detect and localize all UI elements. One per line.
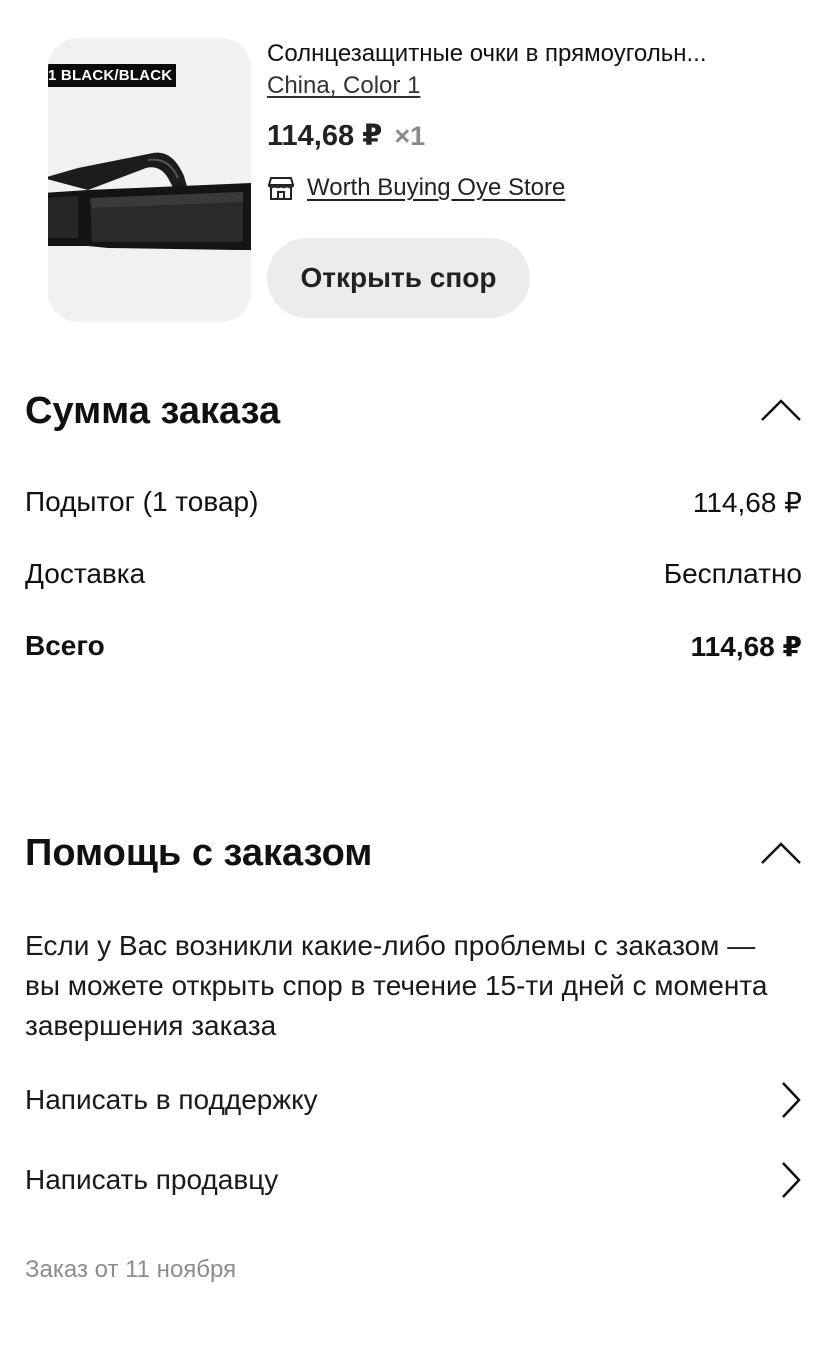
delivery-label: Доставка (25, 558, 146, 589)
total-value: 114,68 ₽ (690, 631, 802, 662)
subtotal-row: Подытог (1 товар) 114,68 ₽ (25, 486, 802, 519)
write-support-link[interactable]: Написать в поддержку (25, 1075, 802, 1125)
sunglasses-illustration (48, 152, 251, 250)
order-summary-title: Сумма заказа (25, 390, 281, 432)
product-info: Солнцезащитные очки в прямоугольн... Chi… (267, 38, 808, 206)
write-seller-link[interactable]: Написать продавцу (25, 1155, 802, 1205)
product-price: 114,68 ₽ (267, 120, 383, 152)
store-link[interactable]: Worth Buying Oye Store (267, 170, 808, 206)
product-image[interactable]: 1 BLACK/BLACK (48, 38, 251, 322)
order-date: Заказ от 11 ноября (25, 1256, 237, 1283)
order-help-title: Помощь с заказом (25, 832, 373, 874)
store-name[interactable]: Worth Buying Oye Store (307, 174, 565, 202)
write-seller-label: Написать продавцу (25, 1164, 279, 1195)
product-card: 1 BLACK/BLACK Солнцезащитные очки в прям… (48, 38, 808, 328)
product-title[interactable]: Солнцезащитные очки в прямоугольн... (267, 38, 797, 70)
delivery-row: Доставка Бесплатно (25, 558, 802, 590)
store-icon (267, 174, 295, 202)
product-quantity: ×1 (394, 121, 426, 151)
total-label: Всего (25, 630, 105, 661)
total-row: Всего 114,68 ₽ (25, 630, 802, 663)
product-image-label: 1 BLACK/BLACK (48, 64, 177, 87)
subtotal-label: Подытог (1 товар) (25, 486, 259, 517)
product-variant[interactable]: China, Color 1 (267, 70, 420, 102)
chevron-up-icon[interactable] (760, 398, 802, 422)
order-help-description: Если у Вас возникли какие-либо проблемы … (25, 930, 768, 1041)
subtotal-value: 114,68 ₽ (692, 487, 802, 518)
write-support-label: Написать в поддержку (25, 1084, 318, 1115)
price-row: 114,68 ₽ ×1 (267, 118, 808, 154)
delivery-value: Бесплатно (663, 558, 802, 589)
open-dispute-button[interactable]: Открыть спор (267, 238, 530, 318)
chevron-right-icon (782, 1082, 801, 1118)
chevron-up-icon[interactable] (760, 841, 802, 865)
chevron-right-icon (782, 1162, 801, 1198)
